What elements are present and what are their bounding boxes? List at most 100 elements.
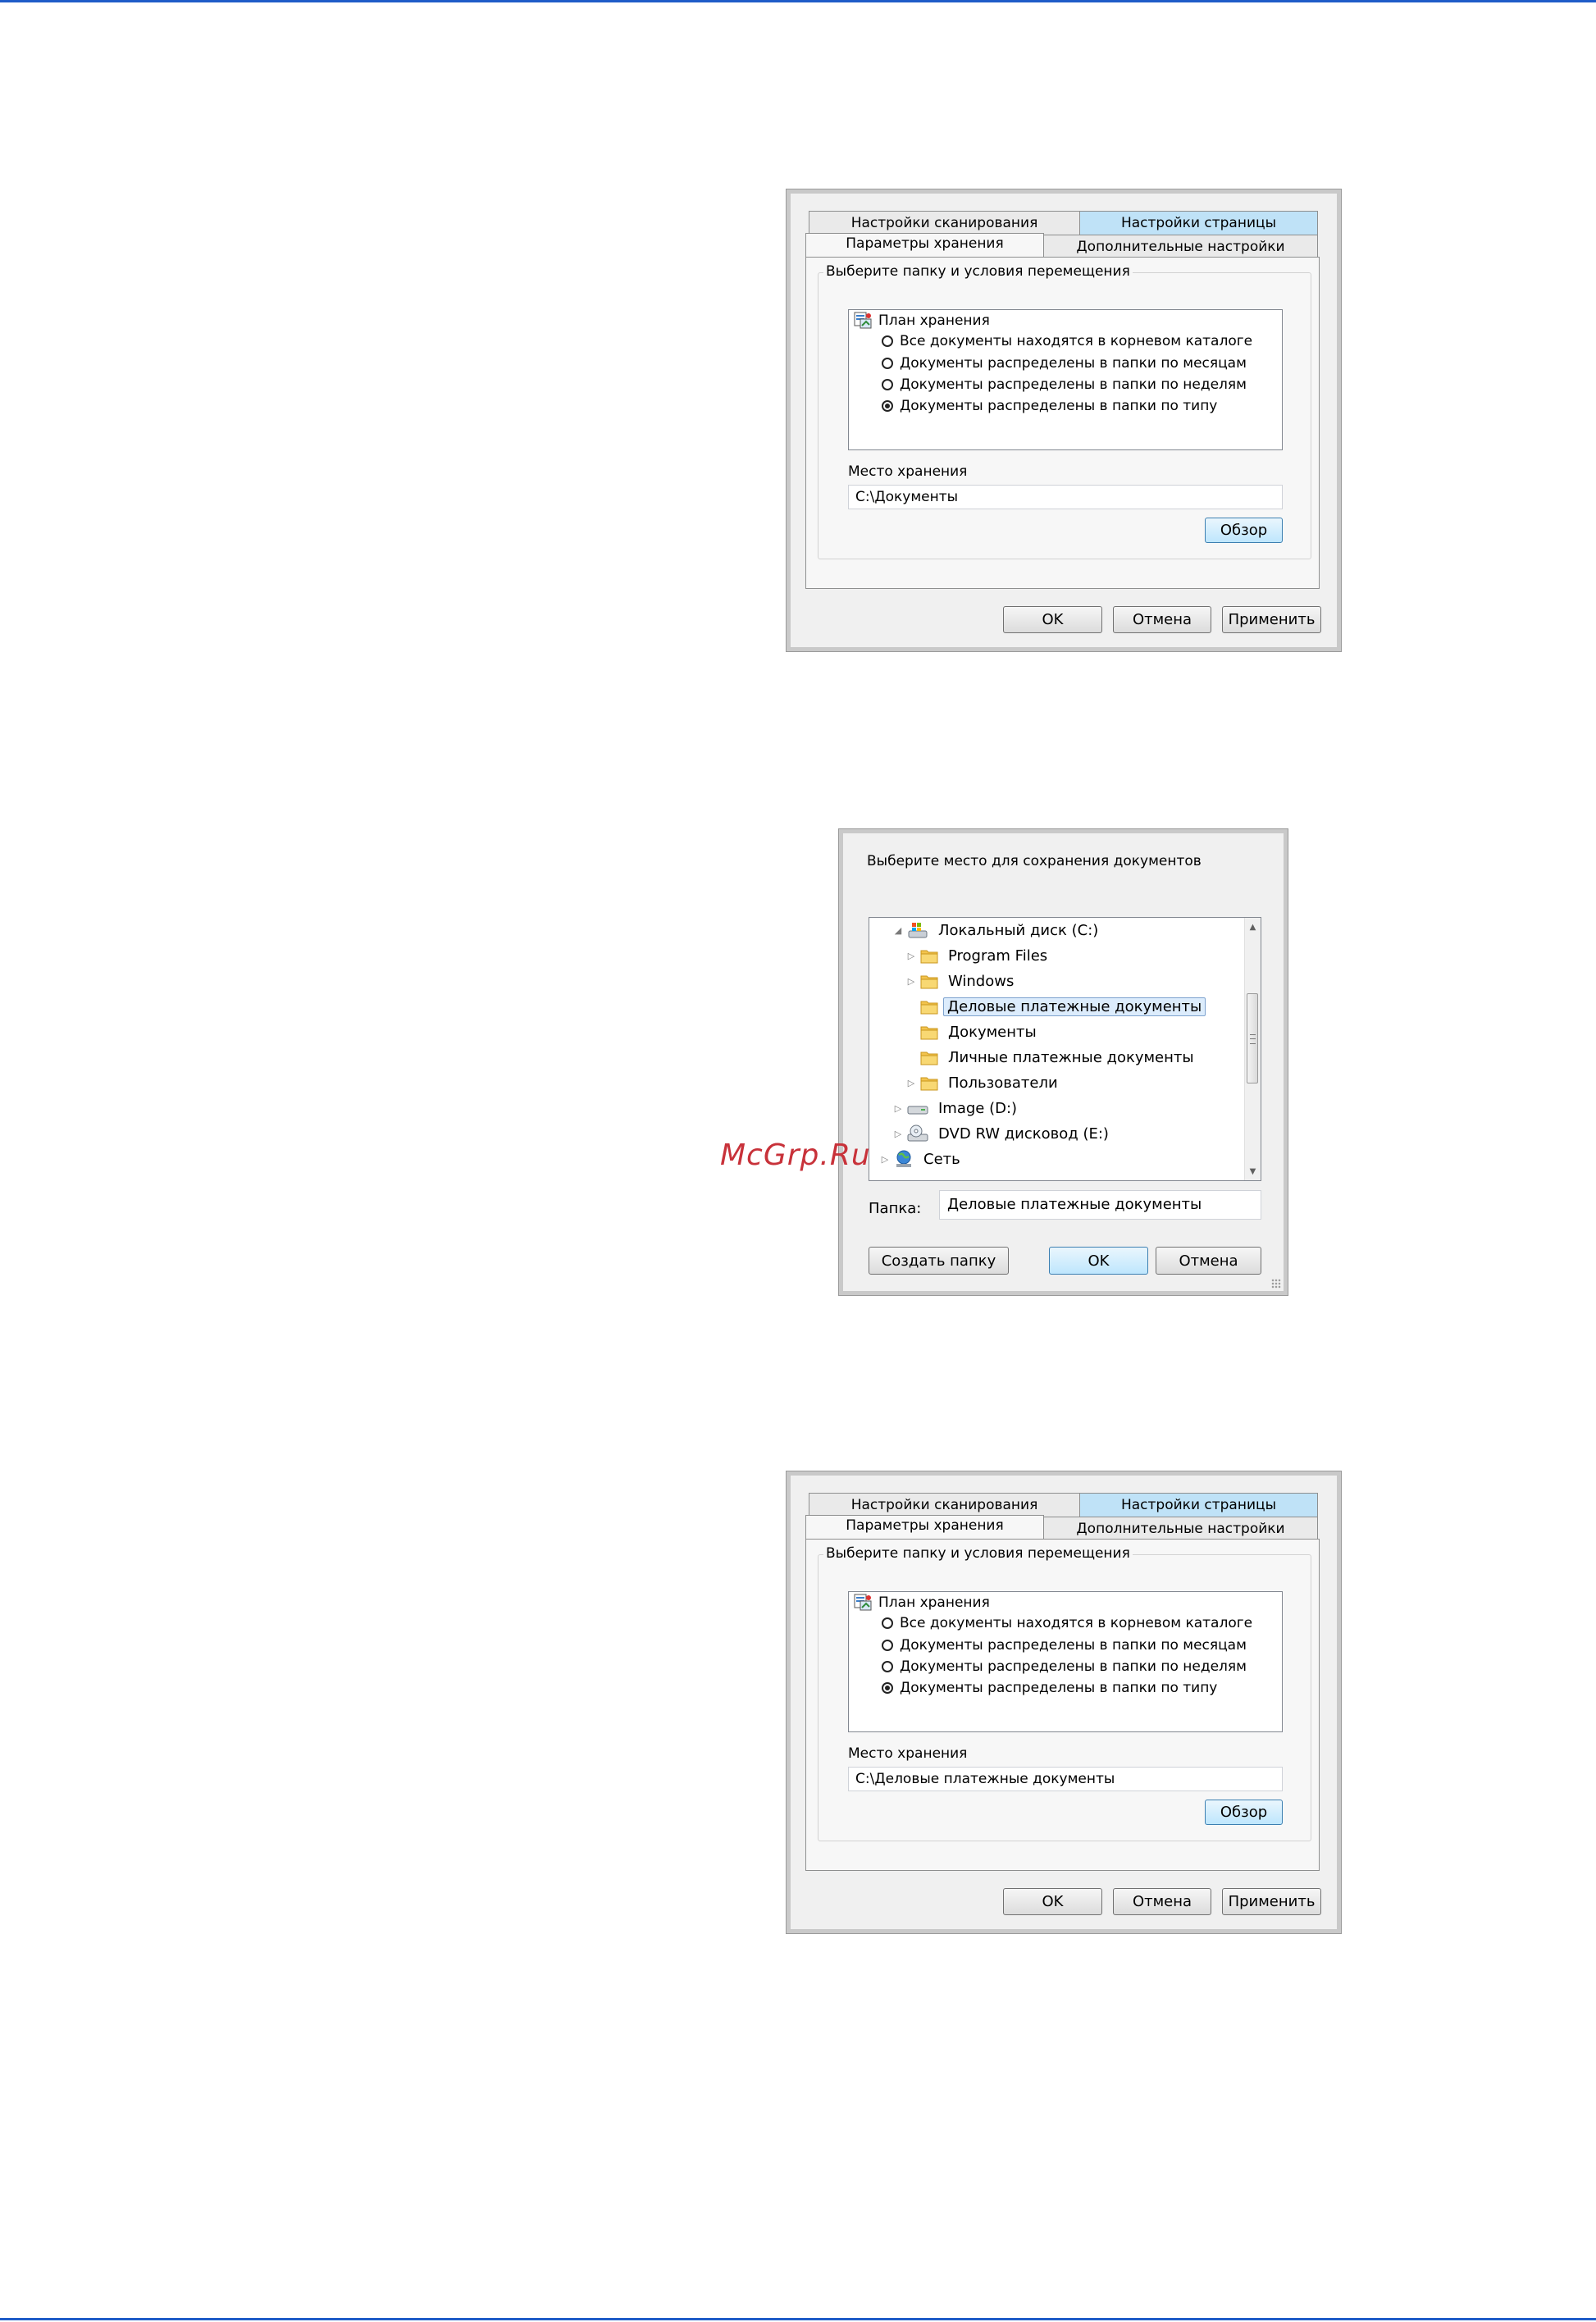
tab-page-settings[interactable]: Настройки страницы <box>1079 1493 1318 1517</box>
option-root-folder[interactable]: Все документы находятся в корневом катал… <box>882 1615 1252 1631</box>
location-label: Место хранения <box>848 463 968 480</box>
folder-icon <box>920 1026 938 1040</box>
settings-dialog: Настройки сканирования Настройки страниц… <box>786 1471 1342 1934</box>
option-label: Документы распределены в папки по типу <box>900 398 1218 414</box>
folder-icon <box>920 1001 938 1015</box>
apply-button[interactable]: Применить <box>1222 1888 1321 1915</box>
group-title: Выберите папку и условия перемещения <box>823 1545 1133 1562</box>
tab-panel: Выберите папку и условия перемещения Пла… <box>805 1539 1320 1871</box>
tab-advanced-settings[interactable]: Дополнительные настройки <box>1043 235 1318 258</box>
browse-button[interactable]: Обзор <box>1205 1800 1283 1825</box>
browse-button[interactable]: Обзор <box>1205 518 1283 543</box>
folder-group: Выберите папку и условия перемещения Пла… <box>818 263 1311 559</box>
ok-button[interactable]: OK <box>1003 606 1102 633</box>
location-field[interactable]: C:\Деловые платежные документы <box>848 1767 1283 1791</box>
tab-page-settings[interactable]: Настройки страницы <box>1079 211 1318 235</box>
option-by-week[interactable]: Документы распределены в папки по неделя… <box>882 1658 1247 1675</box>
group-title: Выберите папку и условия перемещения <box>823 263 1133 280</box>
option-root-folder[interactable]: Все документы находятся в корневом катал… <box>882 333 1252 349</box>
tab-storage-options[interactable]: Параметры хранения <box>805 1515 1044 1539</box>
storage-plan-root: План хранения <box>854 312 990 330</box>
ok-button[interactable]: OK <box>1003 1888 1102 1915</box>
tree-node-label: Windows <box>948 972 1015 990</box>
browse-folder-dialog: Выберите место для сохранения документов… <box>838 828 1288 1296</box>
tree-node-documents[interactable]: Документы <box>905 1020 1042 1044</box>
option-by-month[interactable]: Документы распределены в папки по месяца… <box>882 355 1247 372</box>
folder-name-field[interactable]: Деловые платежные документы <box>939 1190 1261 1220</box>
scroll-thumb[interactable] <box>1247 993 1258 1083</box>
dvd-drive-icon <box>907 1125 928 1142</box>
option-by-week[interactable]: Документы распределены в папки по неделя… <box>882 376 1247 393</box>
scroll-up-arrow-icon[interactable]: ▲ <box>1245 919 1261 934</box>
settings-dialog: Настройки сканирования Настройки страниц… <box>786 189 1342 652</box>
tree-node-label: Документы <box>948 1023 1037 1041</box>
folder-icon <box>920 975 938 989</box>
top-page-rule <box>0 0 1596 2</box>
tab-storage-options[interactable]: Параметры хранения <box>805 233 1044 257</box>
expanded-arrow-icon[interactable]: ◢ <box>892 925 904 936</box>
tree-node-users[interactable]: ▷ Пользователи <box>905 1070 1063 1095</box>
local-disk-icon <box>908 923 928 938</box>
radio-button[interactable] <box>882 1661 893 1672</box>
radio-button-selected[interactable] <box>882 1682 893 1694</box>
cancel-button[interactable]: Отмена <box>1113 606 1211 633</box>
option-label: Все документы находятся в корневом катал… <box>900 1615 1253 1631</box>
tree-node-label: Личные платежные документы <box>948 1048 1194 1066</box>
watermark: McGrp.Ru <box>720 1138 871 1172</box>
tree-node-program-files[interactable]: ▷ Program Files <box>905 943 1052 968</box>
tree-node-personal-payments[interactable]: Личные платежные документы <box>905 1045 1199 1070</box>
tree-node-label: Локальный диск (C:) <box>938 921 1099 939</box>
option-label: Документы распределены в папки по неделя… <box>900 1658 1247 1675</box>
option-by-month[interactable]: Документы распределены в папки по месяца… <box>882 1637 1247 1654</box>
option-label: Документы распределены в папки по неделя… <box>900 376 1247 393</box>
tree-node-windows[interactable]: ▷ Windows <box>905 969 1019 993</box>
storage-plan-list: План хранения Все документы находятся в … <box>848 309 1283 450</box>
drive-icon <box>907 1106 928 1115</box>
radio-button[interactable] <box>882 335 893 347</box>
tree-scrollbar[interactable]: ▲ ▼ <box>1244 918 1261 1180</box>
collapsed-arrow-icon[interactable]: ▷ <box>892 1129 904 1139</box>
ok-button[interactable]: OK <box>1049 1247 1148 1275</box>
cancel-button[interactable]: Отмена <box>1156 1247 1261 1275</box>
tree-node-local-disk[interactable]: ◢ Локальный диск (C:) <box>892 918 1103 942</box>
tree-node-image-drive[interactable]: ▷ Image (D:) <box>892 1096 1022 1120</box>
option-by-type[interactable]: Документы распределены в папки по типу <box>882 398 1217 414</box>
collapsed-arrow-icon[interactable]: ▷ <box>879 1154 891 1165</box>
tab-scan-settings[interactable]: Настройки сканирования <box>809 211 1080 235</box>
collapsed-arrow-icon[interactable]: ▷ <box>905 951 917 961</box>
storage-plan-label: План хранения <box>878 1594 990 1611</box>
folder-group: Выберите папку и условия перемещения Пла… <box>818 1545 1311 1841</box>
radio-button-selected[interactable] <box>882 400 893 412</box>
tree-node-dvd-drive[interactable]: ▷ DVD RW дисковод (E:) <box>892 1121 1114 1146</box>
folder-tree[interactable]: ◢ Локальный диск (C:) ▷ Program Files ▷ … <box>869 917 1261 1181</box>
location-field[interactable]: C:\Документы <box>848 485 1283 509</box>
resize-grip-icon[interactable] <box>1271 1279 1281 1289</box>
scroll-down-arrow-icon[interactable]: ▼ <box>1245 1164 1261 1179</box>
storage-plan-icon <box>854 1594 872 1611</box>
option-label: Документы распределены в папки по месяца… <box>900 1637 1247 1654</box>
storage-plan-label: План хранения <box>878 312 990 329</box>
apply-button[interactable]: Применить <box>1222 606 1321 633</box>
location-label: Место хранения <box>848 1745 968 1762</box>
cancel-button[interactable]: Отмена <box>1113 1888 1211 1915</box>
option-by-type[interactable]: Документы распределены в папки по типу <box>882 1680 1217 1696</box>
tree-node-label: Деловые платежные документы <box>943 997 1206 1016</box>
collapsed-arrow-icon[interactable]: ▷ <box>905 1078 917 1088</box>
tree-node-network[interactable]: ▷ Сеть <box>879 1147 965 1171</box>
dialog-prompt: Выберите место для сохранения документов <box>867 853 1202 869</box>
collapsed-arrow-icon[interactable]: ▷ <box>892 1103 904 1114</box>
folder-icon <box>920 1077 938 1091</box>
storage-plan-icon <box>854 312 872 329</box>
storage-plan-list: План хранения Все документы находятся в … <box>848 1591 1283 1732</box>
tree-node-business-payments[interactable]: Деловые платежные документы <box>905 994 1206 1019</box>
new-folder-button[interactable]: Создать папку <box>869 1247 1009 1275</box>
radio-button[interactable] <box>882 358 893 369</box>
folder-icon <box>920 950 938 964</box>
tab-advanced-settings[interactable]: Дополнительные настройки <box>1043 1517 1318 1540</box>
radio-button[interactable] <box>882 1640 893 1651</box>
storage-plan-root: План хранения <box>854 1594 990 1612</box>
radio-button[interactable] <box>882 1617 893 1629</box>
radio-button[interactable] <box>882 379 893 390</box>
collapsed-arrow-icon[interactable]: ▷ <box>905 976 917 987</box>
tab-scan-settings[interactable]: Настройки сканирования <box>809 1493 1080 1517</box>
